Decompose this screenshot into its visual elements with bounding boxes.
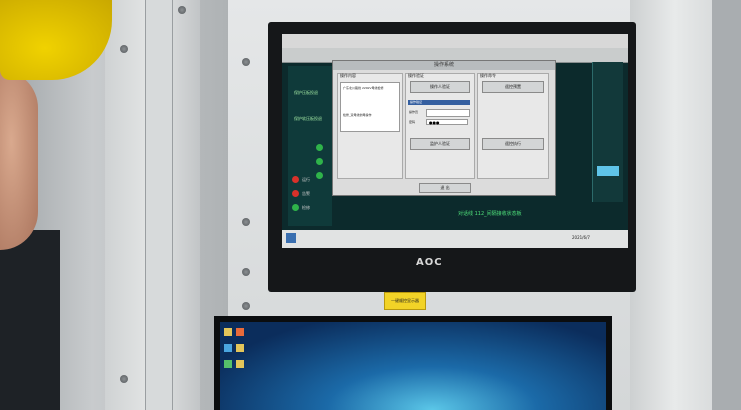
- group-label: 操作内容: [340, 73, 356, 78]
- status-led-red: [292, 176, 299, 183]
- status-led-green: [316, 158, 323, 165]
- worker-body: [0, 230, 60, 410]
- screw-icon: [242, 302, 250, 310]
- led-label: 检修: [302, 205, 310, 210]
- screw-icon: [242, 218, 250, 226]
- remote-preset-button[interactable]: 遥控预置: [482, 81, 544, 93]
- status-led-red: [292, 190, 299, 197]
- status-led-green: [316, 172, 323, 179]
- cabinet-right-edge: [712, 0, 741, 410]
- screw-icon: [242, 268, 250, 276]
- screw-icon: [120, 375, 128, 383]
- group-mid: 操作验证 操作人验证 操作验证 操作员 密码 ●●● 监护人验证: [405, 73, 475, 179]
- group-left: 操作内容 广东北川路线 220kV母线检修 检修_双母线倒母操作: [337, 73, 403, 179]
- left-nav-item[interactable]: 保护压板投退: [294, 90, 318, 96]
- group-right: 操作命令 遥控预置 遥控执行: [477, 73, 549, 179]
- side-panel-button[interactable]: [597, 166, 619, 176]
- taskbar-clock: 2021/6/7: [572, 235, 590, 240]
- group-label: 操作验证: [408, 73, 424, 78]
- desktop-icon[interactable]: [236, 360, 244, 368]
- menu-bar: [282, 34, 628, 48]
- start-icon[interactable]: [286, 233, 296, 243]
- status-led-green: [292, 204, 299, 211]
- group-label: 操作命令: [480, 73, 496, 78]
- desktop-icon[interactable]: [224, 360, 232, 368]
- taskbar: 2021/6/7: [282, 230, 628, 248]
- content-text: 检修_双母线倒母操作: [343, 113, 372, 117]
- desktop-icon[interactable]: [236, 328, 244, 336]
- left-nav-item[interactable]: 保护软压板投退: [294, 116, 322, 122]
- label-plate: 一键顺控显示器: [384, 292, 426, 310]
- input-label: 操作员: [409, 110, 419, 114]
- exit-button[interactable]: 退 出: [419, 183, 471, 193]
- worker-face: [0, 70, 38, 250]
- monitor-brand-logo: AOC: [416, 257, 443, 268]
- status-text: 对话线 112_间隔接收状态板: [458, 211, 522, 217]
- dialog-title: 操作系统: [333, 61, 555, 70]
- cabinet-rail-inner: [145, 0, 173, 410]
- input-label: 密码: [409, 120, 416, 124]
- list-header: 操作验证: [408, 100, 470, 105]
- guardian-verify-button[interactable]: 监护人验证: [410, 138, 470, 150]
- screw-icon: [178, 6, 186, 14]
- remote-execute-button[interactable]: 遥控执行: [482, 138, 544, 150]
- password-field[interactable]: ●●●: [426, 119, 468, 125]
- operator-select[interactable]: [426, 109, 470, 117]
- led-label: 告警: [302, 191, 310, 196]
- operator-verify-button[interactable]: 操作人验证: [410, 81, 470, 93]
- left-nav-panel: 保护压板投退 保护软压板投退 运行 告警 检修: [288, 66, 332, 226]
- right-side-panel: [592, 62, 623, 202]
- lower-monitor-screen: [220, 322, 606, 410]
- content-text: 广东北川路线 220kV母线检修: [343, 86, 384, 90]
- screw-icon: [242, 58, 250, 66]
- led-label: 运行: [302, 177, 310, 182]
- screw-icon: [120, 45, 128, 53]
- desktop-icon[interactable]: [236, 344, 244, 352]
- operation-dialog: 操作系统 操作内容 广东北川路线 220kV母线检修 检修_双母线倒母操作 操作…: [332, 60, 556, 196]
- monitor-screen: 保护压板投退 保护软压板投退 运行 告警 检修 操作系统 操作内容 广东北川路线…: [282, 34, 628, 248]
- desktop-icon[interactable]: [224, 328, 232, 336]
- status-led-green: [316, 144, 323, 151]
- label-plate-text: 一键顺控显示器: [391, 298, 419, 303]
- content-field[interactable]: 广东北川路线 220kV母线检修 检修_双母线倒母操作: [340, 82, 400, 132]
- desktop-icon[interactable]: [224, 344, 232, 352]
